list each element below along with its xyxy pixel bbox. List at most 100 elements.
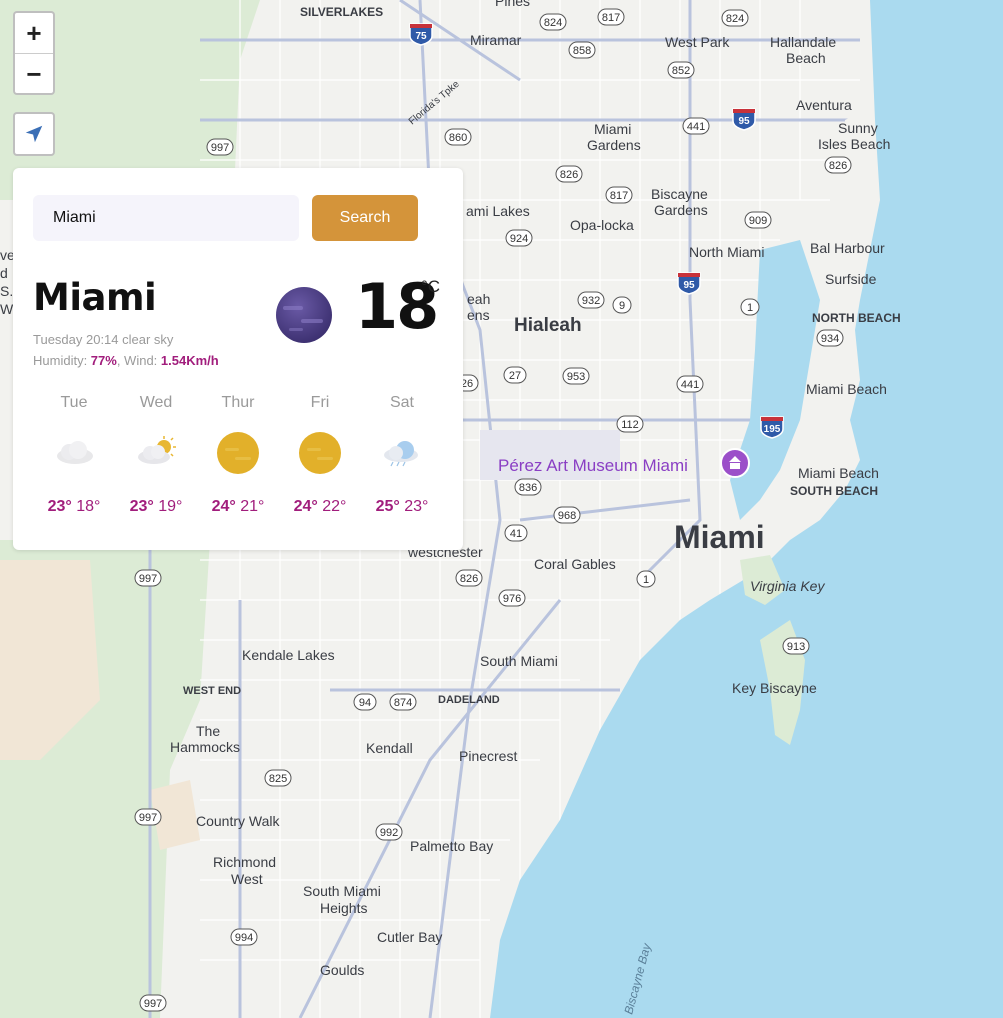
place-label: South Miami [303,883,381,899]
forecast-low: 22° [322,498,347,515]
shield-label: 836 [519,482,537,494]
route-shield: 992 [375,823,403,841]
shield-label: 924 [510,233,528,245]
shield-label: 860 [449,132,467,144]
shield-label: 997 [144,998,162,1010]
place-label: eah [467,291,490,307]
forecast-day-name: Wed [139,394,173,411]
place-label: Kendale Lakes [242,647,335,663]
zoom-out-button[interactable]: − [15,53,53,94]
zoom-in-button[interactable]: + [15,13,53,53]
route-shield: 976 [498,589,526,607]
route-shield: 817 [597,8,625,26]
route-shield: 997 [134,808,162,826]
route-shield: 968 [553,506,581,524]
shield-label: 824 [726,13,744,25]
place-label: Miramar [470,32,522,48]
place-label: Gardens [587,137,641,153]
route-shield: 27 [503,366,527,384]
cloud-icon [57,441,93,464]
light-rain-icon [384,441,418,467]
route-shield: 824 [721,9,749,27]
humidity-value: 77% [90,353,117,368]
search-button[interactable]: Search [312,195,418,241]
museum-icon[interactable] [720,448,750,478]
shield-label: 817 [610,190,628,202]
interstate-shield: 75 [409,23,433,46]
place-label: NORTH BEACH [812,311,901,325]
shield-label: 27 [509,370,521,382]
route-shield: 9 [612,296,632,314]
sun-icon [217,432,259,474]
place-label: Goulds [320,962,364,978]
weather-card: Search Miami Tuesday 20:14 clear sky Hum… [13,168,463,550]
forecast-day-name: Thur [221,394,255,411]
shield-label: 932 [582,295,600,307]
forecast-high: 23° [129,498,154,515]
route-shield: 994 [230,928,258,946]
shield-label: 997 [139,812,157,824]
place-label: Gardens [654,202,708,218]
shield-label: 95 [738,116,750,127]
shield-label: 441 [681,379,699,391]
shield-label: 41 [510,528,522,540]
wind-value: 1.54Km/h [160,353,219,368]
shield-label: 195 [764,424,781,435]
shield-label: 968 [558,510,576,522]
route-shield: 934 [816,329,844,347]
place-label: Country Walk [196,813,281,829]
forecast-high: 25° [375,498,400,515]
shield-label: 95 [683,280,695,291]
place-label: Pérez Art Museum Miami [498,456,688,475]
shield-label: 994 [235,932,253,944]
shield-label: 874 [394,697,412,709]
forecast-day: Thur 24° 21° [197,394,279,516]
interstate-shield: 95 [732,108,756,131]
forecast-high: 24° [293,498,318,515]
place-label: The [196,723,220,739]
forecast-high: 23° [47,498,72,515]
forecast-day-name: Fri [310,394,330,411]
place-label: Palmetto Bay [410,838,493,854]
place-label: d [0,265,8,281]
humidity-wind: Humidity: 77%, Wind: 1.54Km/h [33,353,219,368]
forecast-day: Sat 25° 23° [361,394,443,516]
forecast-low: 23° [404,498,429,515]
place-label: SILVERLAKES [300,5,383,19]
forecast-low: 21° [240,498,265,515]
route-shield: 112 [616,415,644,433]
place-label: North Miami [689,244,764,260]
interstate-shield: 195 [760,416,784,439]
shield-label: 997 [139,573,157,585]
route-shield: 1 [636,570,656,588]
shield-label: 825 [269,773,287,785]
place-label: WEST END [183,685,241,697]
place-label: West Park [665,34,730,50]
temperature-unit: °C [421,277,441,296]
place-label: Miami [594,121,631,137]
place-label: Heights [320,900,367,916]
route-shield: 825 [264,769,292,787]
forecast-row: Tue 23° 18° Wed 23° 19° Thur 24° 21° Fri… [33,394,443,516]
city-name: Miami [33,276,157,319]
weather-description: Tuesday 20:14 clear sky [33,332,174,347]
shield-label: 909 [749,215,767,227]
forecast-low: 18° [76,498,101,515]
humidity-label: Humidity: [33,353,91,368]
place-label: Opa-locka [570,217,634,233]
place-label: Bal Harbour [810,240,885,256]
place-label: Miami Beach [806,381,887,397]
place-label: West [231,871,263,887]
shield-label: 953 [567,371,585,383]
route-shield: 817 [605,186,633,204]
route-shield: 997 [134,569,162,587]
place-label: Virginia Key [750,578,825,594]
locate-button[interactable] [13,112,55,156]
place-label: Biscayne [651,186,708,202]
shield-label: 94 [359,697,371,709]
city-search-input[interactable] [33,195,299,241]
route-shield: 860 [444,128,472,146]
route-shield: 826 [555,165,583,183]
route-shield: 826 [824,156,852,174]
forecast-day-name: Tue [60,394,88,411]
